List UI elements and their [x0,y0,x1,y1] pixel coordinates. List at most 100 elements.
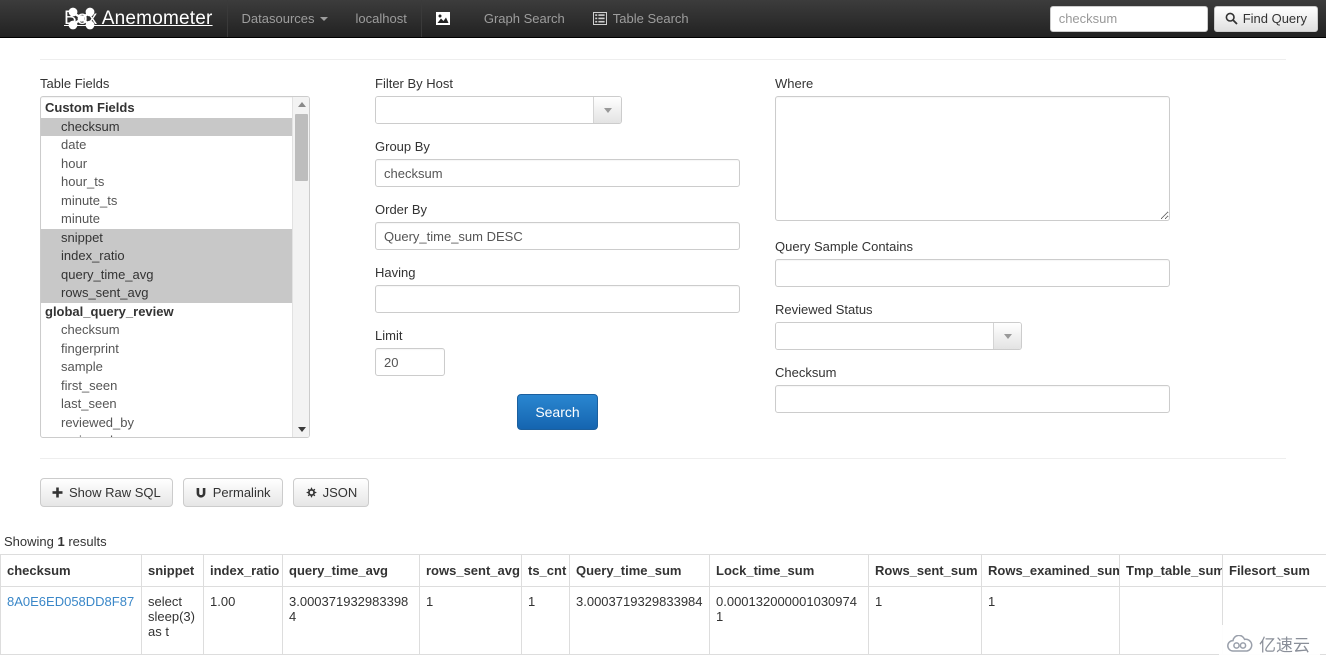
page-body: Table Fields Custom Fields checksum date ho… [0,59,1326,507]
group-checksum: Checksum [775,365,1170,413]
field-option[interactable]: reviewed_on [41,432,292,437]
table-cell: 1 [868,586,982,655]
field-option[interactable]: checksum [41,321,292,340]
table-fields-multiselect[interactable]: Custom Fields checksum date hour hour_ts minu… [40,96,310,438]
results-column-header: Rows_sent_sum [868,554,982,587]
group-by-input[interactable] [375,159,740,187]
query-sample-contains-label: Query Sample Contains [775,239,914,254]
showing-suffix: results [64,534,107,549]
show-raw-sql-button[interactable]: Show Raw SQL [40,478,173,507]
nav-datasources-dropdown[interactable]: Datasources [228,0,342,37]
table-cell: 0.0001320000010309741 [709,586,869,655]
table-cell: select sleep(3) as t [141,586,204,655]
results-section: Showing 1 results checksum snippet index_r… [0,534,1326,655]
find-query-label: Find Query [1242,11,1307,26]
checksum-link[interactable]: 8A0E6ED058DD8F87 [7,594,134,609]
nav-graph-search-label: Graph Search [483,11,565,26]
results-column-header: Rows_examined_sum [981,554,1120,587]
chevron-down-icon[interactable] [593,97,621,123]
group-by-label: Group By [375,139,430,154]
results-table: checksum snippet index_ratio query_time_avg… [0,554,1326,655]
nav-graph-search[interactable] [422,0,470,37]
group-reviewed-status: Reviewed Status [775,302,1170,350]
results-header-row: checksum snippet index_ratio query_time_avg… [0,554,1326,587]
results-column-header: Filesort_sum [1222,554,1326,587]
field-option[interactable]: index_ratio [41,247,292,266]
scroll-up-icon[interactable] [293,97,309,112]
where-label: Where [775,76,814,91]
column-right-filters: Where Query Sample Contains Reviewed Sta… [740,76,1170,438]
having-label: Having [375,265,416,280]
scroll-down-icon[interactable] [293,422,309,437]
table-cell [1119,586,1223,655]
checksum-input[interactable] [775,385,1170,413]
show-raw-sql-label: Show Raw SQL [69,485,161,500]
group-query-sample-contains: Query Sample Contains [775,239,1170,287]
magnet-icon [196,487,206,498]
table-cell: 3.0003719329833984 [569,586,710,655]
reviewed-status-select[interactable] [775,322,1022,350]
filter-by-host-select[interactable] [375,96,622,124]
field-option[interactable]: checksum [41,117,292,136]
find-query-button[interactable]: Find Query [1213,5,1318,32]
permalink-button[interactable]: Permalink [182,478,283,507]
picture-icon [435,12,450,25]
field-option[interactable]: first_seen [41,377,292,396]
field-option[interactable]: hour_ts [41,173,292,192]
json-label: JSON [322,485,358,500]
filter-by-host-value[interactable] [376,97,593,123]
filter-by-host-label: Filter By Host [375,76,454,91]
field-option[interactable]: minute [41,210,292,229]
table-cell: 1 [981,586,1120,655]
nav-table-search[interactable]: Table Search [579,0,703,37]
reviewed-status-value[interactable] [776,323,993,349]
field-option[interactable]: hour [41,155,292,174]
limit-input[interactable] [375,348,445,376]
results-column-header: index_ratio [203,554,283,587]
results-body: 8A0E6ED058DD8F87 select sleep(3) as t 1.00… [0,586,1326,655]
field-option[interactable]: query_time_avg [41,265,292,284]
find-query-input[interactable] [1049,5,1208,32]
plus-icon [52,487,63,498]
field-option[interactable]: sample [41,358,292,377]
scrollbar-thumb[interactable] [295,114,308,181]
results-column-header: rows_sent_avg [419,554,522,587]
field-option[interactable]: rows_sent_avg [41,284,292,303]
field-option[interactable]: snippet [41,228,292,247]
showing-count: 1 [57,534,65,549]
table-fields-label: Table Fields [40,76,110,91]
nav-graph-search-link[interactable]: Graph Search [470,0,579,37]
nav-datasource-localhost[interactable]: localhost [342,0,421,37]
json-button[interactable]: JSON [292,478,370,507]
order-by-input[interactable] [375,222,740,250]
brand-title: Box Anemometer [64,7,213,29]
navbar-search-form: Find Query [1049,0,1326,37]
gear-icon [306,487,316,497]
table-row: 8A0E6ED058DD8F87 select sleep(3) as t 1.00… [0,586,1326,655]
having-input[interactable] [375,285,740,313]
query-sample-contains-input[interactable] [775,259,1170,287]
field-option[interactable]: minute_ts [41,192,292,211]
column-middle-filters: Filter By Host Group By Order By Having … [340,76,740,438]
search-button[interactable]: Search [517,394,598,430]
top-navbar: Box Anemometer Datasources localhost Gra… [0,0,1326,38]
chevron-down-icon[interactable] [993,323,1021,349]
field-option[interactable]: reviewed_by [41,414,292,433]
order-by-label: Order By [375,202,428,217]
table-fields-list[interactable]: Custom Fields checksum date hour hour_ts minu… [41,97,292,437]
brand-link[interactable]: Box Anemometer [0,0,228,37]
limit-label: Limit [375,328,403,343]
field-option[interactable]: last_seen [41,395,292,414]
field-option[interactable]: fingerprint [41,340,292,359]
nav-table-search-label: Table Search [612,11,689,26]
fields-scrollbar[interactable] [292,97,309,437]
results-showing-text: Showing 1 results [0,534,1326,554]
group-having: Having [375,265,740,313]
field-group-label: global_query_review [45,303,174,319]
query-form: Table Fields Custom Fields checksum date ho… [40,60,1286,438]
checksum-label: Checksum [775,365,837,380]
results-column-header: checksum [0,554,142,587]
where-textarea[interactable] [775,96,1170,221]
group-filter-by-host: Filter By Host [375,76,740,124]
field-option[interactable]: date [41,136,292,155]
